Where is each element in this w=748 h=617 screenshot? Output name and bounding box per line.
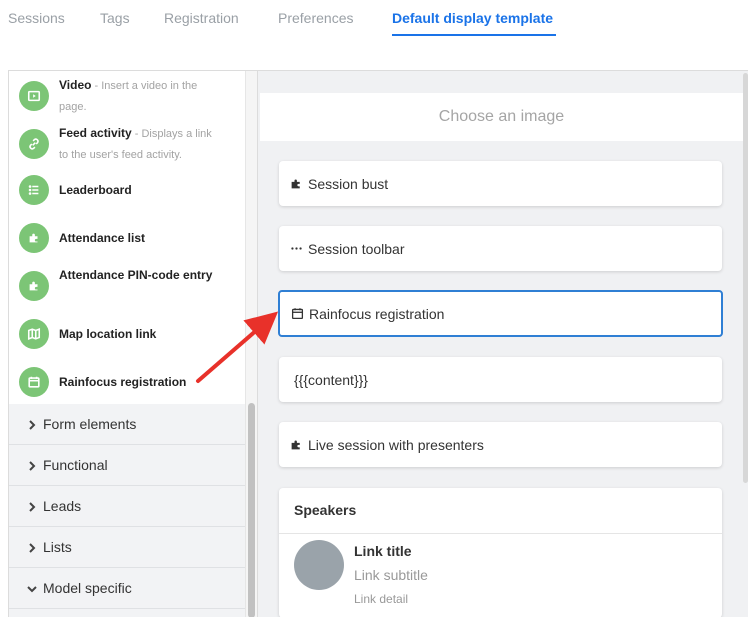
component-title: Rainfocus registration: [59, 375, 187, 389]
block-session-toolbar[interactable]: Session toolbar: [279, 226, 722, 271]
tab-registration[interactable]: Registration: [164, 10, 239, 26]
tab-sessions[interactable]: Sessions: [8, 10, 65, 26]
link-title: Link title: [354, 543, 412, 559]
ellipsis-icon: [289, 242, 303, 256]
video-icon: [19, 81, 49, 111]
component-title: Attendance PIN-code entry: [59, 268, 213, 282]
block-live-session-with-presenters[interactable]: Live session with presenters: [279, 422, 722, 467]
category-label: Functional: [43, 457, 108, 473]
component-video[interactable]: Video - Insert a video in the page.: [9, 75, 243, 119]
palette-scrollbar-thumb[interactable]: [248, 403, 255, 617]
tab-tags[interactable]: Tags: [100, 10, 130, 26]
list-icon: [19, 175, 49, 205]
puzzle-icon: [19, 271, 49, 301]
tab-default-display-template[interactable]: Default display template: [392, 10, 553, 26]
component-leaderboard-text: Leaderboard: [59, 180, 219, 200]
component-title: Map location link: [59, 327, 157, 341]
category-label: Form elements: [43, 416, 137, 432]
tab-preferences[interactable]: Preferences: [278, 10, 353, 26]
canvas-scrollbar[interactable]: [743, 73, 748, 483]
component-feed-activity-text: Feed activity - Displays a link to the u…: [59, 123, 219, 165]
category-label: Leads: [43, 498, 82, 514]
avatar: [294, 540, 344, 590]
component-title: Attendance list: [59, 231, 146, 245]
component-attendance-list[interactable]: Attendance list: [9, 222, 243, 256]
category-model-specific[interactable]: Model specific: [9, 568, 245, 609]
block-label: Session bust: [308, 175, 389, 192]
block-rainfocus-registration[interactable]: Rainfocus registration: [278, 290, 723, 337]
puzzle-icon: [289, 438, 303, 452]
category-lists[interactable]: Lists: [9, 527, 245, 568]
calendar-icon: [290, 307, 304, 321]
block-label: Session toolbar: [308, 240, 405, 257]
chevron-down-icon: [27, 581, 39, 593]
tab-bar: Sessions Tags Registration Preferences D…: [0, 0, 748, 40]
link-icon: [19, 129, 49, 159]
component-map-location-link-text: Map location link: [59, 324, 219, 344]
component-palette: Video - Insert a video in the page. Feed…: [8, 70, 257, 617]
chevron-right-icon: [27, 540, 39, 553]
block-label: {{{content}}}: [294, 371, 368, 388]
choose-image-placeholder[interactable]: Choose an image: [260, 93, 743, 141]
puzzle-icon: [289, 177, 303, 191]
map-icon: [19, 319, 49, 349]
link-subtitle: Link subtitle: [354, 567, 428, 583]
component-attendance-list-text: Attendance list: [59, 228, 219, 248]
category-label: Lists: [43, 539, 72, 555]
active-tab-indicator: [392, 34, 556, 36]
component-leaderboard[interactable]: Leaderboard: [9, 174, 243, 208]
puzzle-icon: [19, 223, 49, 253]
chevron-right-icon: [27, 417, 39, 430]
block-label: Live session with presenters: [308, 436, 484, 453]
block-content-placeholder[interactable]: {{{content}}}: [279, 357, 722, 402]
block-label: Rainfocus registration: [309, 305, 445, 322]
component-title: Feed activity: [59, 126, 132, 140]
component-feed-activity[interactable]: Feed activity - Displays a link to the u…: [9, 123, 243, 167]
category-form-elements[interactable]: Form elements: [9, 404, 245, 445]
chevron-right-icon: [27, 458, 39, 471]
template-canvas: Choose an image Session bust Session too…: [257, 70, 748, 617]
category-label: Model specific: [43, 580, 132, 596]
component-title: Leaderboard: [59, 183, 132, 197]
component-attendance-pin-code-entry[interactable]: Attendance PIN-code entry: [9, 265, 243, 309]
component-rainfocus-registration[interactable]: Rainfocus registration: [9, 366, 243, 400]
calendar-icon: [19, 367, 49, 397]
block-session-bust[interactable]: Session bust: [279, 161, 722, 206]
speakers-block[interactable]: Speakers Link title Link subtitle Link d…: [279, 488, 722, 617]
divider: [279, 533, 722, 534]
link-detail: Link detail: [354, 592, 409, 606]
component-map-location-link[interactable]: Map location link: [9, 318, 243, 352]
chevron-right-icon: [27, 499, 39, 512]
component-attendance-pin-code-entry-text: Attendance PIN-code entry: [59, 265, 219, 285]
category-list: Form elements Functional Leads Lists Mod…: [9, 404, 245, 617]
component-rainfocus-registration-text: Rainfocus registration: [59, 372, 219, 392]
component-title: Video: [59, 78, 92, 92]
category-functional[interactable]: Functional: [9, 445, 245, 486]
component-video-text: Video - Insert a video in the page.: [59, 75, 219, 117]
category-leads[interactable]: Leads: [9, 486, 245, 527]
speakers-header: Speakers: [294, 502, 357, 518]
